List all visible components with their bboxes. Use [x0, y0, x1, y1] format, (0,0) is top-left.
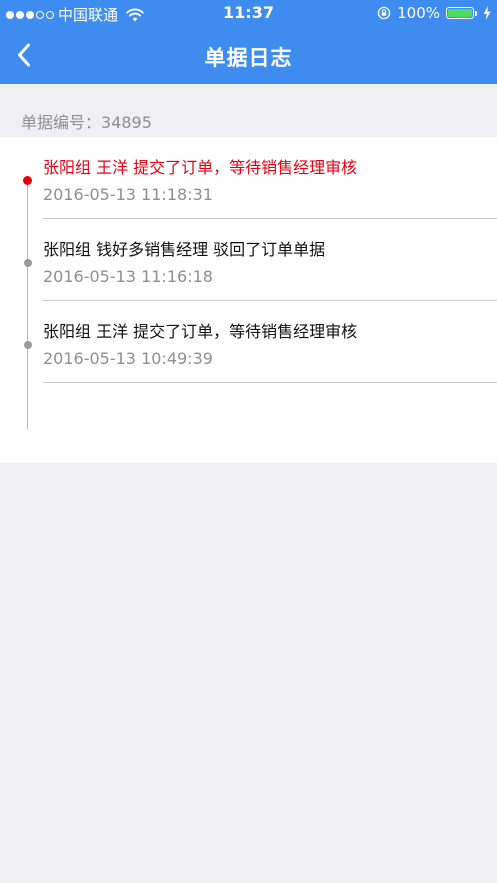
log-entry: 张阳组 王洋 提交了订单，等待销售经理审核 2016-05-13 10:49:3…: [0, 301, 497, 383]
status-bar: 中国联通 11:37 100%: [0, 0, 497, 28]
page-title: 单据日志: [204, 46, 293, 70]
log-entry-text: 张阳组 钱好多销售经理 驳回了订单单据: [43, 240, 326, 259]
nav-bar: 单据日志: [0, 28, 497, 84]
log-entry: 张阳组 钱好多销售经理 驳回了订单单据 2016-05-13 11:16:18: [0, 219, 497, 301]
log-entry-time: 2016-05-13 10:49:39: [43, 349, 213, 368]
rotation-lock-icon: [377, 6, 391, 20]
document-number-label: 单据编号：: [21, 113, 102, 132]
battery-icon: [446, 7, 474, 19]
status-right: 100%: [377, 4, 491, 22]
log-entry-time: 2016-05-13 11:18:31: [43, 185, 213, 204]
log-entry-time: 2016-05-13 11:16:18: [43, 267, 213, 286]
log-entry-text: 张阳组 王洋 提交了订单，等待销售经理审核: [43, 158, 358, 177]
battery-fill: [448, 9, 472, 17]
log-timeline: 张阳组 王洋 提交了订单，等待销售经理审核 2016-05-13 11:18:3…: [0, 137, 497, 463]
timeline-dot: [24, 259, 32, 267]
app-header: 中国联通 11:37 100% 单据日志: [0, 0, 497, 84]
timeline-dot: [24, 341, 32, 349]
log-entry: 张阳组 王洋 提交了订单，等待销售经理审核 2016-05-13 11:18:3…: [0, 137, 497, 219]
battery-tip: [475, 10, 477, 16]
battery-percent: 100%: [397, 4, 440, 22]
log-entry-text: 张阳组 王洋 提交了订单，等待销售经理审核: [43, 322, 358, 341]
charging-bolt-icon: [483, 6, 491, 20]
document-number-value: 34895: [101, 113, 152, 132]
timeline-dot-active: [23, 176, 32, 185]
divider: [43, 382, 497, 383]
document-number: 单据编号：34895: [21, 109, 152, 133]
